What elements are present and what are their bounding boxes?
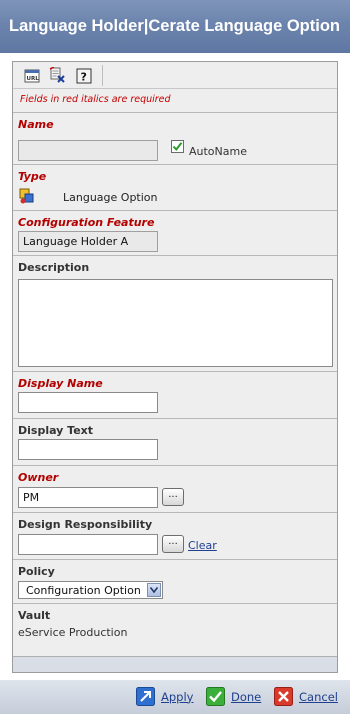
checkmark-icon xyxy=(172,142,183,152)
help-icon[interactable]: ? xyxy=(75,67,92,84)
apply-icon xyxy=(136,687,155,706)
done-icon xyxy=(206,687,225,706)
svg-text:?: ? xyxy=(80,70,86,83)
field-display-text: Display Text xyxy=(13,419,337,466)
toolbar: URL ? xyxy=(13,62,337,89)
chevron-down-icon[interactable] xyxy=(147,583,161,597)
vault-label: Vault xyxy=(18,609,51,622)
apply-button[interactable]: Apply xyxy=(136,687,193,706)
done-button[interactable]: Done xyxy=(206,687,261,706)
display-text-label: Display Text xyxy=(18,424,94,437)
field-display-name: Display Name xyxy=(13,372,337,419)
field-policy: Policy Configuration Option xyxy=(13,560,337,604)
field-clear-icon[interactable] xyxy=(49,67,66,84)
form-panel: URL ? Fields in red italics are required… xyxy=(12,61,338,673)
cancel-icon xyxy=(274,687,293,706)
panel-bottom-bar xyxy=(13,656,337,672)
owner-browse-button[interactable]: ... xyxy=(162,488,184,506)
svg-text:URL: URL xyxy=(26,76,39,82)
field-design-responsibility: Design Responsibility ... Clear xyxy=(13,513,337,560)
name-label: Name xyxy=(18,118,54,131)
design-responsibility-input[interactable] xyxy=(18,534,158,555)
cancel-button[interactable]: Cancel xyxy=(274,687,338,706)
owner-label: Owner xyxy=(18,471,59,484)
vault-value: eService Production xyxy=(18,626,128,639)
url-icon[interactable]: URL xyxy=(23,67,40,84)
field-name: Name AutoName xyxy=(13,113,337,165)
name-input[interactable] xyxy=(18,140,158,161)
display-name-label: Display Name xyxy=(18,377,103,390)
type-label: Type xyxy=(18,170,47,183)
field-type: Type Language Option xyxy=(13,165,337,211)
configuration-feature-input[interactable]: Language Holder A xyxy=(18,231,158,252)
autoname-label: AutoName xyxy=(189,145,247,158)
footer-bar: Apply Done Cancel xyxy=(0,680,350,714)
field-configuration-feature: Configuration Feature Language Holder A xyxy=(13,211,337,256)
apply-label: Apply xyxy=(161,689,194,704)
cancel-label: Cancel xyxy=(299,689,338,704)
design-responsibility-browse-button[interactable]: ... xyxy=(162,535,184,553)
display-name-input[interactable] xyxy=(18,392,158,413)
configuration-feature-label: Configuration Feature xyxy=(18,216,155,229)
policy-select[interactable]: Configuration Option xyxy=(18,581,163,599)
policy-label: Policy xyxy=(18,565,55,578)
type-value: Language Option xyxy=(63,191,158,204)
field-vault: Vault eService Production xyxy=(13,604,337,644)
field-owner: Owner PM ... xyxy=(13,466,337,513)
toolbar-separator xyxy=(102,65,103,86)
window-title: Language Holder|Cerate Language Option xyxy=(0,0,350,53)
display-text-input[interactable] xyxy=(18,439,158,460)
policy-selected-value: Configuration Option xyxy=(26,584,141,597)
design-responsibility-clear-link[interactable]: Clear xyxy=(188,539,217,552)
description-textarea[interactable] xyxy=(18,279,333,367)
field-description: Description xyxy=(13,256,337,372)
description-label: Description xyxy=(18,261,90,274)
design-responsibility-label: Design Responsibility xyxy=(18,518,153,531)
required-note: Fields in red italics are required xyxy=(13,89,337,113)
autoname-checkbox[interactable] xyxy=(171,140,184,153)
owner-input[interactable]: PM xyxy=(18,487,158,508)
done-label: Done xyxy=(231,689,262,704)
language-option-icon xyxy=(19,188,35,204)
